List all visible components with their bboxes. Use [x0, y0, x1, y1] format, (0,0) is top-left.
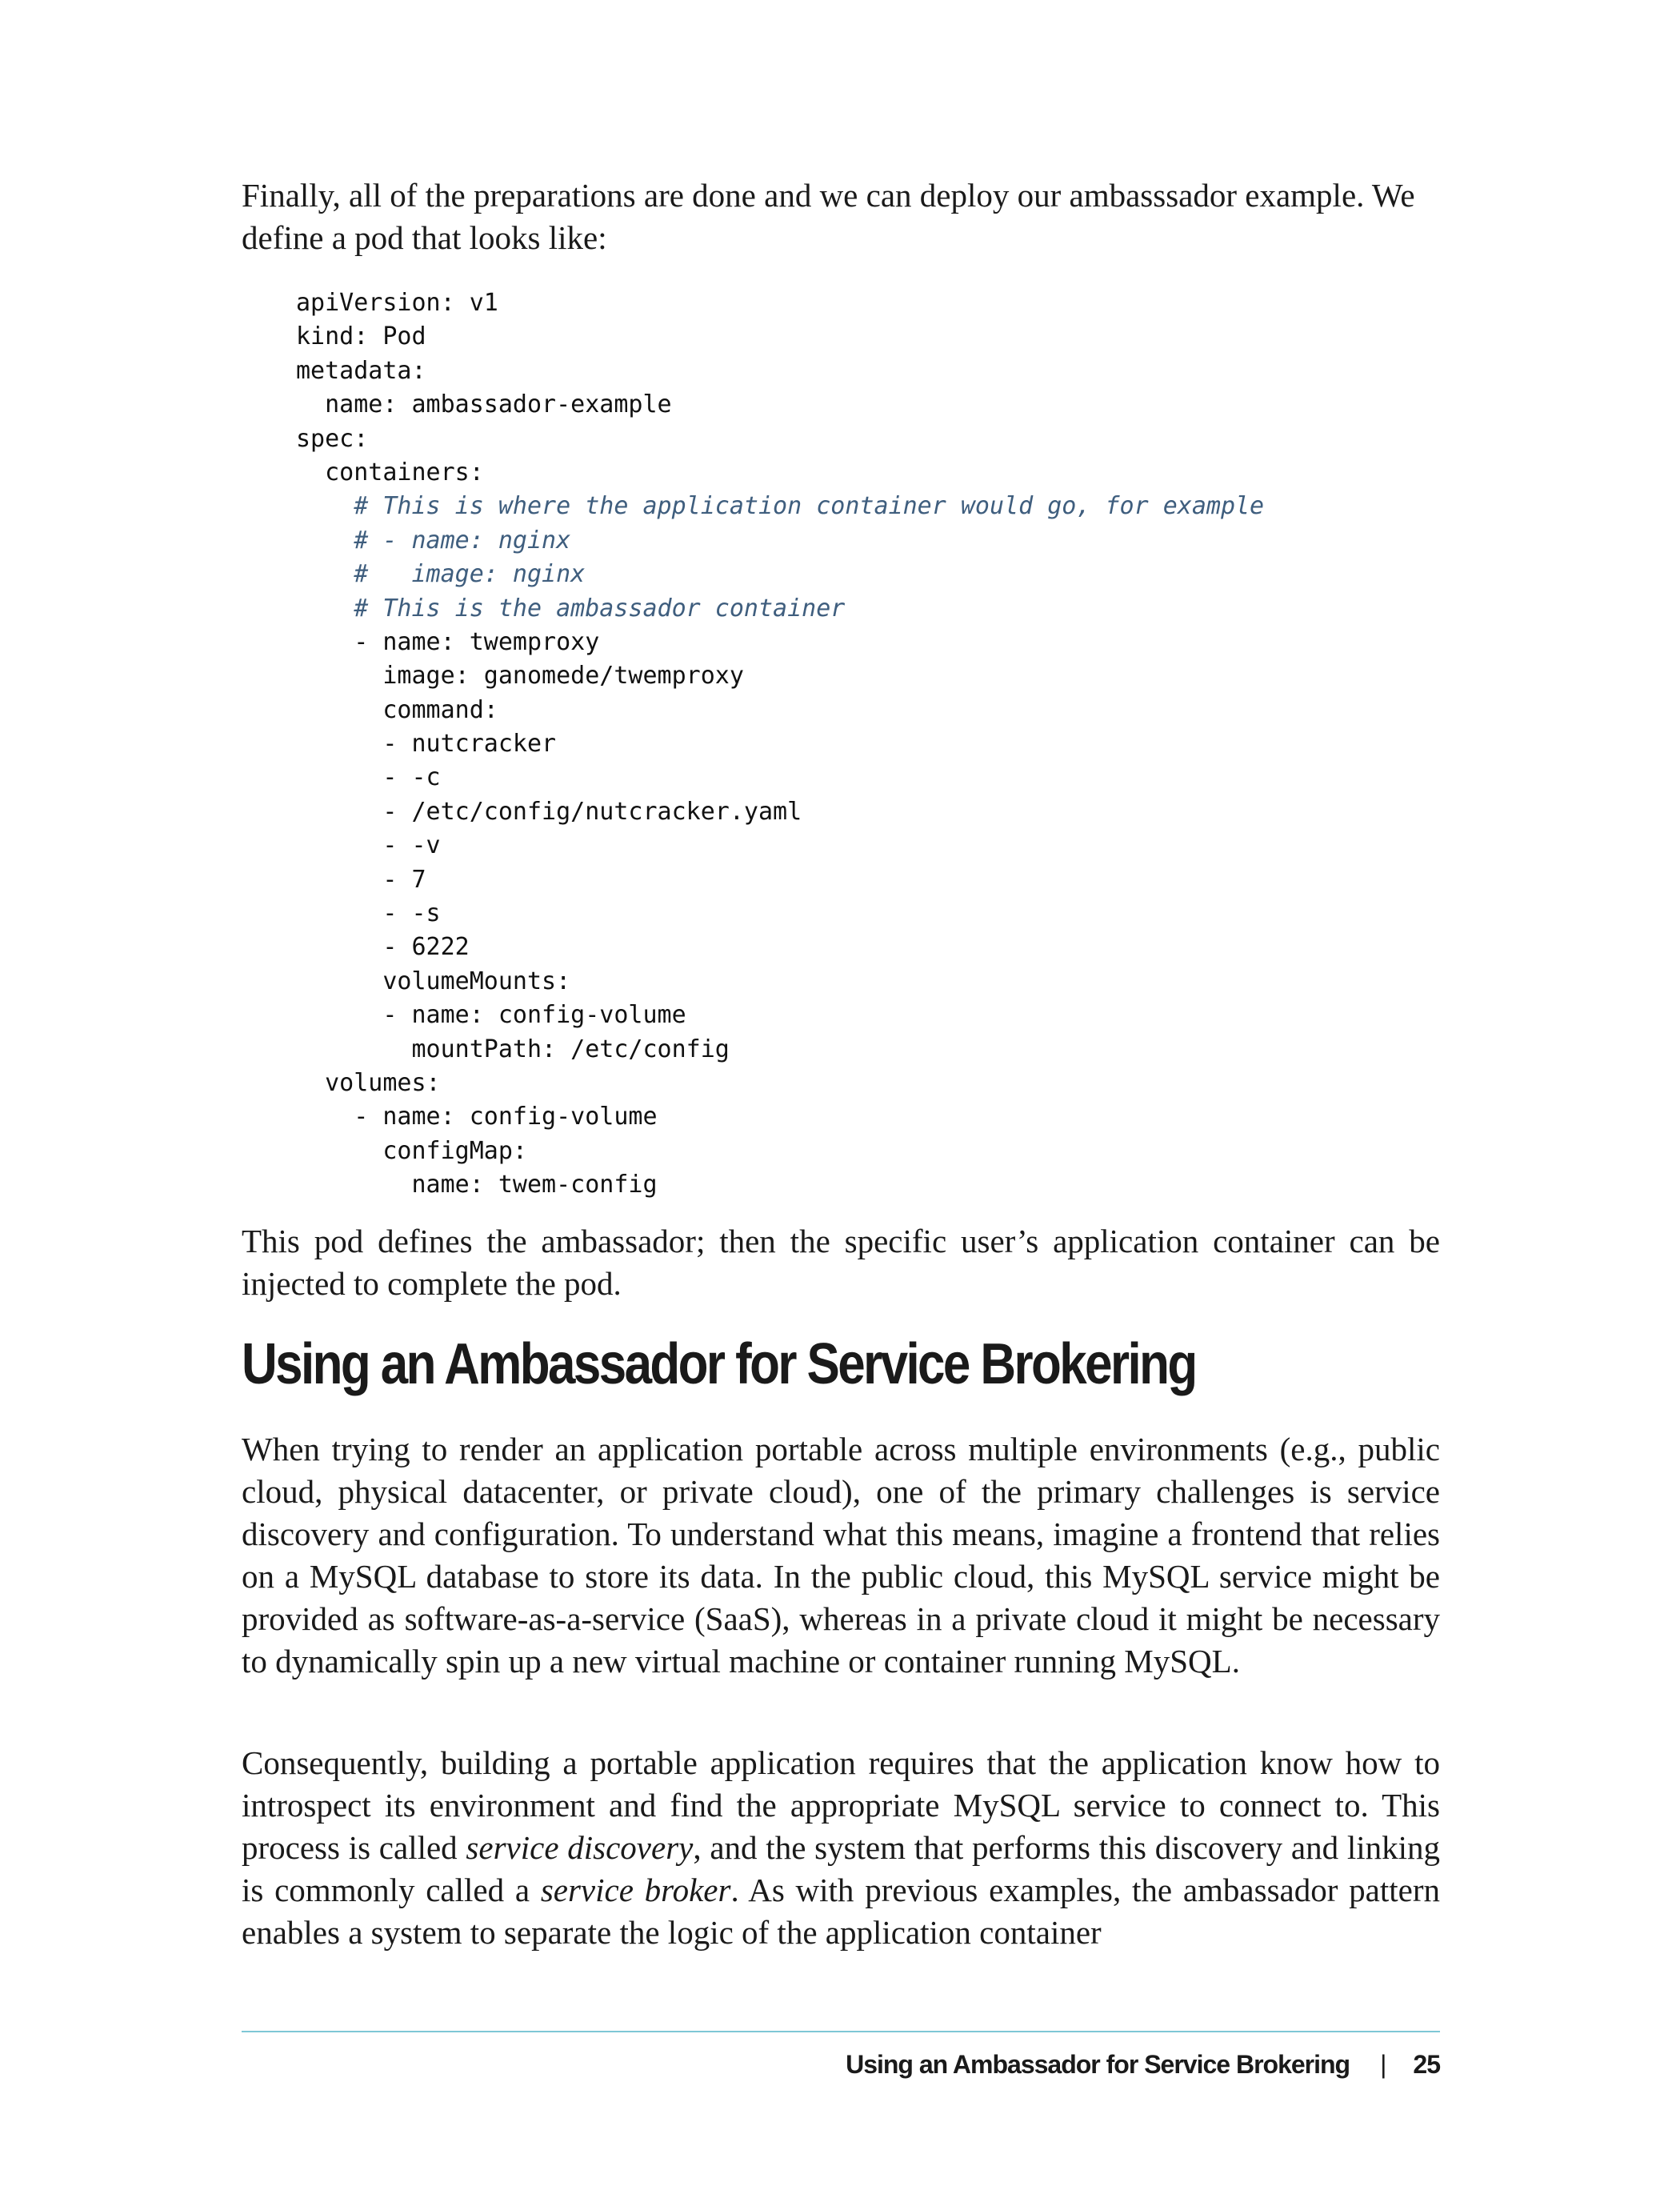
- running-title: Using an Ambassador for Service Brokerin…: [846, 2050, 1350, 2079]
- code-comment-line: # This is the ambassador container: [296, 594, 846, 623]
- code-line: volumes:: [296, 1068, 441, 1097]
- code-line: containers:: [296, 458, 484, 486]
- code-line: - -c: [296, 763, 441, 792]
- book-page: Finally, all of the preparations are don…: [0, 0, 1680, 2206]
- code-line: - name: twemproxy: [296, 627, 600, 656]
- footer-separator: |: [1380, 2050, 1386, 2079]
- code-line: name: twem-config: [296, 1171, 658, 1199]
- body-paragraph-1: When trying to render an application por…: [242, 1431, 1440, 1680]
- code-line: - name: config-volume: [296, 1001, 686, 1030]
- intro-paragraph: Finally, all of the preparations are don…: [242, 177, 1415, 256]
- footer-rule: [242, 2031, 1440, 2032]
- code-comment-line: # image: nginx: [296, 560, 586, 589]
- code-line: spec:: [296, 424, 369, 453]
- page-footer: Using an Ambassador for Service Brokerin…: [846, 2045, 1441, 2084]
- code-line: mountPath: /etc/config: [296, 1035, 730, 1063]
- code-line: configMap:: [296, 1136, 527, 1165]
- code-line: metadata:: [296, 356, 426, 385]
- code-line: - -s: [296, 899, 441, 928]
- section-title: Using an Ambassador for Service Brokerin…: [242, 1332, 1198, 1396]
- code-line: apiVersion: v1: [296, 289, 498, 317]
- code-line: command:: [296, 695, 498, 724]
- code-line: - name: config-volume: [296, 1103, 658, 1131]
- code-line: image: ganomede/twemproxy: [296, 662, 744, 691]
- page-number: 25: [1413, 2050, 1441, 2079]
- code-line: kind: Pod: [296, 322, 426, 351]
- code-line: - 6222: [296, 933, 470, 962]
- code-line: name: ambassador-example: [296, 390, 672, 419]
- code-line: - 7: [296, 865, 426, 894]
- term-service-discovery: service discovery: [466, 1829, 694, 1866]
- code-block: apiVersion: v1 kind: Pod metadata: name: a…: [296, 286, 1264, 1203]
- code-comment-line: # This is where the application containe…: [296, 492, 1265, 521]
- body-paragraph-2: Consequently, building a portable applic…: [242, 1742, 1440, 1954]
- code-line: - -v: [296, 831, 441, 860]
- code-comment-line: # - name: nginx: [296, 526, 571, 555]
- after-code-paragraph: This pod defines the ambassador; then th…: [242, 1223, 1440, 1302]
- term-service-broker: service broker: [540, 1872, 731, 1908]
- code-line: - /etc/config/nutcracker.yaml: [296, 797, 802, 826]
- code-line: - nutcracker: [296, 730, 557, 759]
- code-line: volumeMounts:: [296, 967, 571, 995]
